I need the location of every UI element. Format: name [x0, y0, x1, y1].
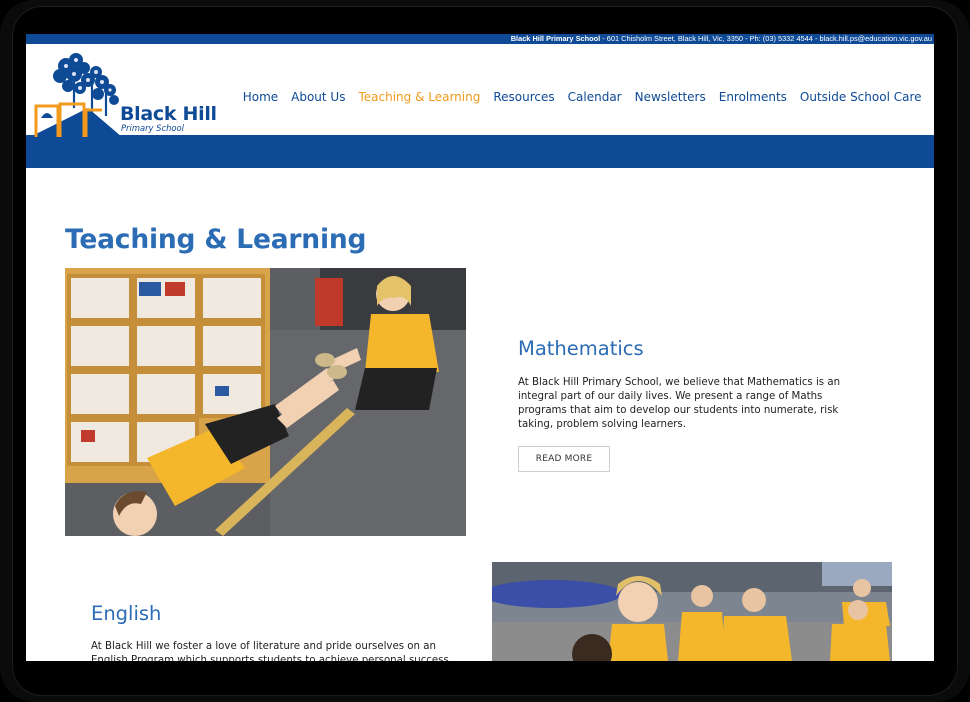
english-photo [492, 562, 892, 661]
topbar-school-name: Black Hill Primary School [510, 34, 601, 43]
nav-item-enrolments[interactable]: Enrolments [712, 90, 793, 104]
logo-subtitle: Primary School [121, 123, 184, 133]
english-text: At Black Hill we foster a love of litera… [91, 641, 449, 661]
mathematics-photo [65, 268, 466, 536]
nav-item-outside-school-care[interactable]: Outside School Care [793, 90, 928, 104]
site-header: Black Hill Primary School Home About Us … [26, 44, 934, 137]
nav-item-about-us[interactable]: About Us [285, 90, 352, 104]
english-photo-illustration [492, 562, 892, 661]
nav-item-home[interactable]: Home [236, 90, 284, 104]
nav-item-teaching-learning[interactable]: Teaching & Learning [352, 90, 487, 104]
mathematics-text: At Black Hill Primary School, we believe… [518, 377, 841, 430]
mathematics-photo-illustration [65, 268, 466, 536]
logo-name: Black Hill [120, 103, 217, 125]
header-banner-bar [26, 135, 934, 168]
mathematics-heading: Mathematics [518, 337, 644, 360]
nav-item-calendar[interactable]: Calendar [561, 90, 628, 104]
english-heading: English [91, 602, 162, 625]
read-more-button[interactable]: READ MORE [518, 446, 610, 472]
nav-item-resources[interactable]: Resources [487, 90, 561, 104]
main-nav: Home About Us Teaching & Learning Resour… [236, 90, 928, 104]
browser-viewport: Black Hill Primary School - 601 Chisholm… [26, 34, 934, 661]
nav-item-newsletters[interactable]: Newsletters [628, 90, 712, 104]
page-title: Teaching & Learning [65, 224, 367, 255]
contact-strip: Black Hill Primary School - 601 Chisholm… [26, 34, 934, 44]
school-logo[interactable]: Black Hill Primary School [30, 46, 220, 137]
topbar-details: - 601 Chisholm Street, Black Hill, Vic, … [600, 34, 932, 43]
